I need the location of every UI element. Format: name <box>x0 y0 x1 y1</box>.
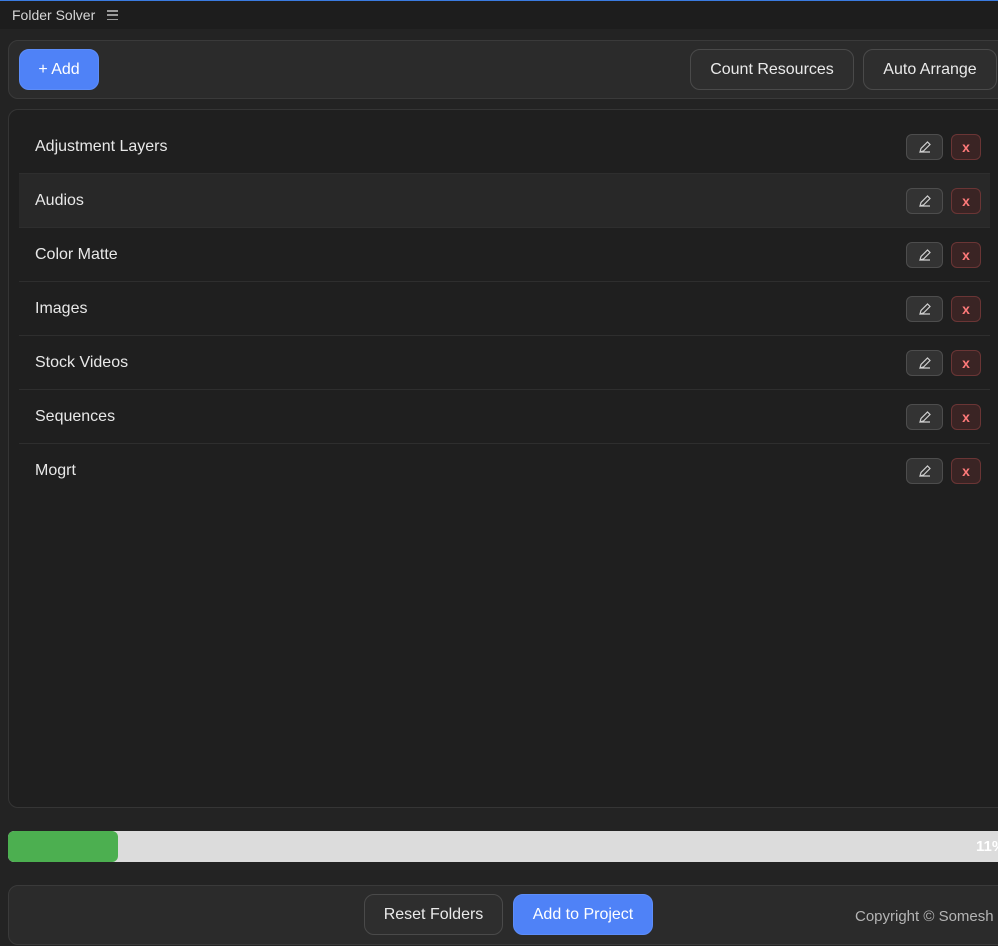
folder-name: Sequences <box>35 407 116 425</box>
toolbar: + Add Count Resources Auto Arrange <box>8 40 998 99</box>
delete-button[interactable]: x <box>951 188 981 214</box>
count-resources-button[interactable]: Count Resources <box>690 49 854 90</box>
folder-row[interactable]: Images x <box>19 282 990 336</box>
folder-name: Color Matte <box>35 245 118 263</box>
delete-button[interactable]: x <box>951 134 981 160</box>
delete-button[interactable]: x <box>951 242 981 268</box>
folder-name: Audios <box>35 191 84 209</box>
folder-list: Adjustment Layers x Audios x Color Matte… <box>8 109 998 808</box>
edit-button[interactable] <box>906 458 943 484</box>
folder-row[interactable]: Color Matte x <box>19 228 990 282</box>
hamburger-icon[interactable] <box>107 10 119 20</box>
folder-row[interactable]: Sequences x <box>19 390 990 444</box>
panel-title: Folder Solver <box>12 7 96 23</box>
folder-name: Images <box>35 299 88 317</box>
pencil-icon <box>918 141 931 153</box>
pencil-icon <box>918 465 931 477</box>
progress-percent: 11% <box>976 838 998 855</box>
delete-button[interactable]: x <box>951 296 981 322</box>
delete-button[interactable]: x <box>951 404 981 430</box>
panel-titlebar: Folder Solver <box>0 1 998 29</box>
folder-name: Mogrt <box>35 462 76 479</box>
reset-folders-button[interactable]: Reset Folders <box>364 894 503 935</box>
edit-button[interactable] <box>906 350 943 376</box>
delete-button[interactable]: x <box>951 458 981 484</box>
pencil-icon <box>918 411 931 423</box>
edit-button[interactable] <box>906 134 943 160</box>
copyright-text: Copyright © Somesh <box>855 907 994 925</box>
folder-name: Stock Videos <box>35 353 129 371</box>
edit-button[interactable] <box>906 188 943 214</box>
edit-button[interactable] <box>906 404 943 430</box>
pencil-icon <box>918 303 931 315</box>
pencil-icon <box>918 195 931 207</box>
edit-button[interactable] <box>906 296 943 322</box>
edit-button[interactable] <box>906 242 943 268</box>
folder-row[interactable]: Stock Videos x <box>19 336 990 390</box>
folder-row[interactable]: Adjustment Layers x <box>19 120 990 174</box>
add-button[interactable]: + Add <box>19 49 99 90</box>
pencil-icon <box>918 249 931 261</box>
folder-row[interactable]: Audios x <box>19 174 990 228</box>
progress-bar: 11% <box>8 831 998 862</box>
auto-arrange-button[interactable]: Auto Arrange <box>863 49 997 90</box>
folder-row[interactable]: Mogrt x <box>19 444 990 498</box>
folder-name: Adjustment Layers <box>35 137 168 155</box>
pencil-icon <box>918 357 931 369</box>
add-to-project-button[interactable]: Add to Project <box>513 894 653 935</box>
delete-button[interactable]: x <box>951 350 981 376</box>
progress-fill <box>8 831 118 862</box>
footer: Reset Folders Add to Project Copyright ©… <box>8 885 998 945</box>
